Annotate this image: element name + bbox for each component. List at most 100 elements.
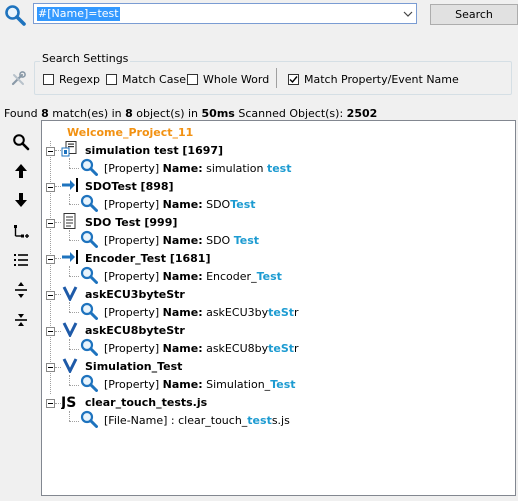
tree-root[interactable]: Welcome_Project_11	[67, 123, 193, 141]
magnifier-icon	[80, 374, 104, 395]
collapse-toggle-icon[interactable]	[46, 218, 55, 228]
match-key: Name:	[162, 197, 203, 211]
tree-connector-line	[69, 204, 79, 206]
match-value: clear_touch_	[178, 414, 248, 428]
search-button[interactable]: Search	[430, 4, 518, 25]
tree-object-row[interactable]: SDO Test [999]	[61, 212, 178, 231]
match-value: askECU3by	[202, 305, 269, 319]
tree-match-row[interactable]: [Property] Name: SDO Test	[80, 230, 260, 251]
magnifier-icon	[80, 410, 104, 431]
tree-connector-line	[69, 374, 70, 385]
tree-connector-line	[69, 230, 70, 241]
match-highlight: Test	[256, 269, 282, 283]
search-status: Found 8 match(es) in 8 object(s) in 50ms…	[4, 107, 378, 120]
tree-connector-line	[69, 410, 70, 421]
arrow-down-icon[interactable]	[12, 191, 30, 209]
list-icon[interactable]	[12, 251, 30, 269]
whole-word-checkbox[interactable]: Whole Word	[187, 72, 269, 86]
tree-object-row[interactable]: simulation test [1697]	[61, 140, 224, 159]
tree-object-label: askECU8byteStr	[85, 324, 185, 337]
tree-match-row[interactable]: [Property] Name: Encoder_ Test	[80, 266, 282, 287]
collapse-all-icon[interactable]	[12, 311, 30, 329]
regexp-checkbox[interactable]: Regexp	[43, 72, 100, 86]
regexp-checkbox-box[interactable]	[43, 73, 54, 85]
regexp-label: Regexp	[59, 72, 100, 86]
collapse-toggle-icon[interactable]	[46, 362, 55, 373]
tree-match-row[interactable]: [File-Name] : clear_touch_ test s.js	[80, 410, 290, 431]
match-key: Name:	[162, 233, 203, 247]
search-query-combobox[interactable]: #[Name]=test	[33, 3, 417, 24]
match-value-suffix: r	[294, 342, 299, 355]
match-highlight: Test	[233, 233, 260, 247]
collapse-toggle-icon[interactable]	[46, 326, 55, 336]
tree-connector-line	[69, 312, 79, 314]
tree-connector-line	[69, 420, 79, 422]
match-highlight: test	[266, 161, 292, 175]
arrow-up-icon[interactable]	[12, 162, 30, 180]
tree-match-row[interactable]: [Property] Name: askECU3by teSt r	[80, 302, 299, 321]
match-prefix: [Property]	[104, 305, 163, 319]
expand-all-icon[interactable]	[12, 281, 30, 299]
match-prefix: [Property]	[104, 197, 163, 211]
tree-object-row[interactable]: askECU3byteStr	[61, 285, 185, 303]
tree-object-label: askECU3byteStr	[85, 287, 185, 301]
tree-object-row[interactable]: Encoder_Test [1681]	[61, 249, 211, 267]
match-key: Name:	[162, 378, 203, 392]
tree-object-label: SDO Test [999]	[85, 215, 178, 229]
collapse-toggle-icon[interactable]	[46, 398, 55, 409]
match-prefix: [Property]	[104, 378, 163, 392]
magnifier-icon	[80, 230, 104, 251]
magnifier-icon	[80, 194, 104, 215]
match-value: SDO	[202, 233, 234, 247]
tree-match-row[interactable]: [Property] Name: Simulation_ Test	[80, 374, 296, 395]
expand-tree-icon[interactable]	[12, 223, 30, 241]
tree-object-label: Simulation_Test	[85, 360, 183, 374]
tools-icon[interactable]	[10, 71, 26, 87]
match-case-label: Match Case	[122, 72, 186, 86]
tree-object-row[interactable]: SDOTest [898]	[61, 177, 174, 195]
settings-separator	[276, 68, 277, 88]
tree-object-row[interactable]: JS clear_touch_tests.js	[61, 394, 207, 412]
tree-object-row[interactable]: askECU8byteStr	[61, 322, 185, 340]
search-query-text[interactable]: #[Name]=test	[37, 7, 120, 21]
tree-object-label: simulation test [1697]	[85, 143, 224, 157]
tree-match-row[interactable]: [Property] Name: SDO Test	[80, 194, 256, 215]
match-prefix: [Property]	[104, 269, 163, 283]
match-case-checkbox[interactable]: Match Case	[106, 72, 186, 86]
tree-connector-line	[69, 266, 70, 277]
checkmark-icon	[289, 75, 298, 83]
search-icon	[5, 5, 26, 26]
match-prefix: [Property]	[104, 342, 163, 355]
match-value: SDO	[202, 197, 231, 211]
tree-connector-line	[69, 194, 70, 205]
search-icon[interactable]	[12, 133, 30, 151]
tree-object-row[interactable]: Simulation_Test	[61, 358, 182, 376]
results-tree[interactable]: Welcome_Project_11 simulation test [1697…	[41, 120, 516, 496]
whole-word-checkbox-box[interactable]	[187, 73, 198, 85]
tree-match-row[interactable]: [Property] Name: askECU8by teSt r	[80, 338, 299, 359]
magnifier-icon	[80, 266, 104, 287]
collapse-toggle-icon[interactable]	[46, 182, 55, 192]
match-prefix: [Property]	[104, 233, 163, 247]
collapse-toggle-icon[interactable]	[46, 146, 55, 156]
match-key: Name:	[162, 161, 203, 175]
match-case-checkbox-box[interactable]	[106, 73, 117, 85]
collapse-toggle-icon[interactable]	[46, 254, 55, 264]
tree-match-row[interactable]: [Property] Name: simulation test	[80, 158, 292, 177]
match-highlight: Test	[270, 378, 296, 392]
match-highlight: test	[247, 414, 272, 428]
match-highlight: teSt	[268, 342, 295, 355]
magnifier-icon	[80, 338, 104, 359]
match-highlight: teSt	[268, 305, 295, 319]
tree-connector-line	[69, 276, 79, 278]
match-value: askECU8by	[202, 342, 269, 355]
match-prefix: [Property]	[104, 161, 163, 175]
match-property-checkbox-box[interactable]	[288, 73, 299, 85]
match-key: Name:	[162, 269, 203, 283]
collapse-toggle-icon[interactable]	[46, 290, 55, 300]
tree-connector-line	[69, 158, 70, 168]
match-property-checkbox[interactable]: Match Property/Event Name	[288, 72, 459, 86]
match-key: Name:	[162, 305, 203, 319]
match-value: Simulation_	[202, 378, 271, 392]
chevron-down-icon[interactable]	[403, 9, 413, 19]
